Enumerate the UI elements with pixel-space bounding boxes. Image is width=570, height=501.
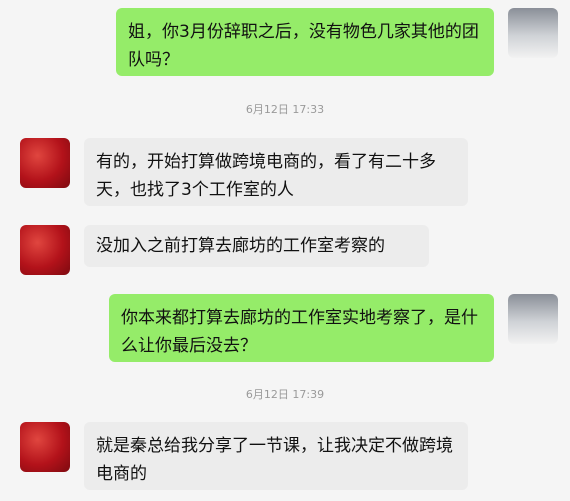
contact-avatar-icon[interactable] bbox=[20, 225, 70, 275]
timestamp: 6月12日 17:39 bbox=[245, 388, 325, 401]
message-text: 你本来都打算去廊坊的工作室实地考察了，是什么让你最后没去？ bbox=[121, 308, 478, 356]
message-text: 没加入之前打算去廊坊的工作室考察的 bbox=[96, 236, 385, 256]
contact-avatar-icon[interactable] bbox=[20, 422, 70, 472]
message-text: 就是秦总给我分享了一节课，让我决定不做跨境电商的 bbox=[96, 436, 453, 484]
message-bubble-received[interactable]: 没加入之前打算去廊坊的工作室考察的 bbox=[84, 225, 429, 267]
message-text: 有的，开始打算做跨境电商的，看了有二十多天，也找了3个工作室的人 bbox=[96, 152, 436, 200]
user-avatar-icon[interactable] bbox=[508, 294, 558, 344]
message-bubble-received[interactable]: 就是秦总给我分享了一节课，让我决定不做跨境电商的 bbox=[84, 422, 468, 490]
message-bubble-received[interactable]: 有的，开始打算做跨境电商的，看了有二十多天，也找了3个工作室的人 bbox=[84, 138, 468, 206]
message-bubble-sent[interactable]: 你本来都打算去廊坊的工作室实地考察了，是什么让你最后没去？ bbox=[109, 294, 494, 362]
message-text: 姐，你3月份辞职之后，没有物色几家其他的团队吗？ bbox=[128, 22, 479, 70]
contact-avatar-icon[interactable] bbox=[20, 138, 70, 188]
message-bubble-sent[interactable]: 姐，你3月份辞职之后，没有物色几家其他的团队吗？ bbox=[116, 8, 494, 76]
chat-view: 姐，你3月份辞职之后，没有物色几家其他的团队吗？ 6月12日 17:33 有的，… bbox=[0, 0, 570, 501]
timestamp: 6月12日 17:33 bbox=[245, 103, 325, 116]
user-avatar-icon[interactable] bbox=[508, 8, 558, 58]
